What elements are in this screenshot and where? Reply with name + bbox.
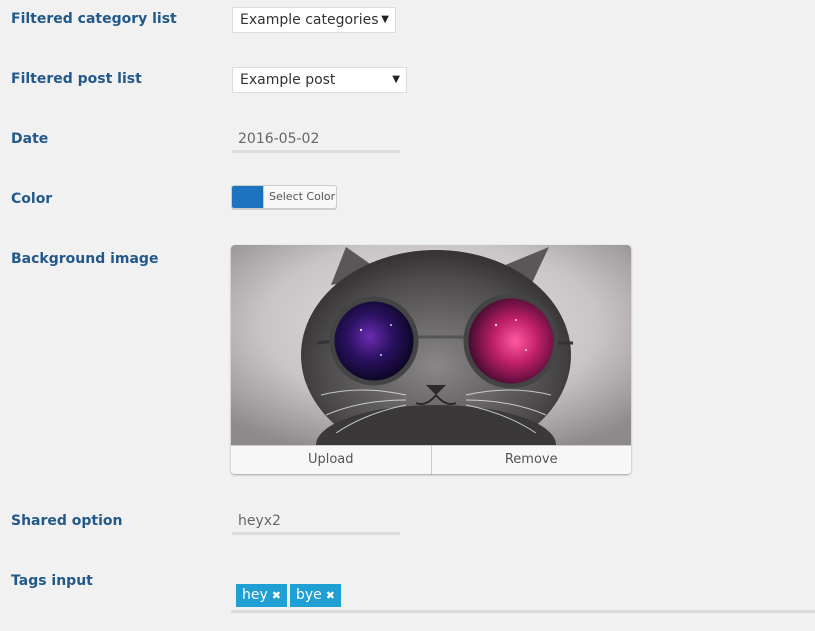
tag-label: bye bbox=[296, 587, 322, 603]
background-image-label: Background image bbox=[11, 251, 159, 267]
background-image-box: Upload Remove bbox=[231, 245, 631, 474]
tag-label: hey bbox=[242, 587, 268, 603]
post-select-value: Example post bbox=[240, 72, 336, 88]
select-color-text: Select Color bbox=[269, 190, 336, 203]
upload-button[interactable]: Upload bbox=[231, 446, 432, 474]
date-label: Date bbox=[11, 131, 49, 147]
date-input[interactable]: 2016-05-02 bbox=[232, 127, 400, 153]
select-color-button[interactable]: Select Color bbox=[231, 185, 337, 209]
post-select[interactable]: Example post ▼ bbox=[232, 67, 407, 93]
category-select[interactable]: Example categories ▼ bbox=[232, 7, 396, 33]
remove-button[interactable]: Remove bbox=[432, 446, 632, 474]
dropdown-arrow-icon: ▼ bbox=[392, 74, 400, 85]
tags-input-label: Tags input bbox=[11, 573, 93, 589]
tag-item: bye ✖ bbox=[290, 584, 342, 607]
tag-remove-icon[interactable]: ✖ bbox=[272, 589, 281, 602]
dropdown-arrow-icon: ▼ bbox=[381, 14, 389, 25]
background-image-preview bbox=[231, 245, 631, 445]
tag-remove-icon[interactable]: ✖ bbox=[326, 589, 335, 602]
shared-option-label: Shared option bbox=[11, 513, 123, 529]
color-label: Color bbox=[11, 191, 53, 207]
post-label: Filtered post list bbox=[11, 71, 142, 87]
category-label: Filtered category list bbox=[11, 11, 177, 27]
tag-item: hey ✖ bbox=[236, 584, 287, 607]
tags-input[interactable]: hey ✖ bye ✖ bbox=[231, 580, 815, 613]
shared-option-input[interactable]: heyx2 bbox=[232, 509, 400, 535]
category-select-value: Example categories bbox=[240, 12, 379, 28]
color-swatch bbox=[232, 186, 264, 208]
